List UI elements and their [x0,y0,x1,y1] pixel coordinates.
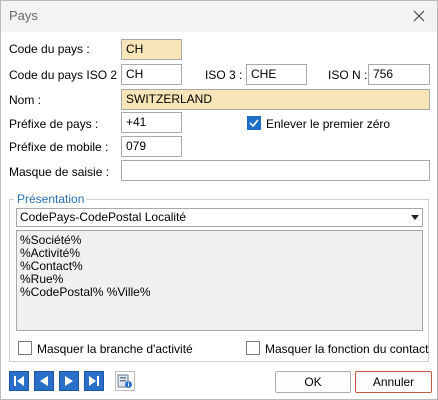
chevron-down-icon [411,215,419,220]
remove-first-zero-checkbox[interactable] [247,116,261,130]
country-code-input[interactable]: CH [121,39,182,60]
title-bar: Pays [1,1,437,32]
previous-record-button[interactable] [34,371,54,391]
previous-record-icon [40,376,48,386]
close-icon [413,10,425,22]
first-record-button[interactable] [9,371,29,391]
remove-first-zero-label[interactable]: Enlever le premier zéro [266,117,390,131]
presentation-legend: Présentation [14,192,88,206]
iso2-input[interactable]: CH [121,64,182,85]
mobile-prefix-input[interactable]: 079 [121,136,182,157]
window-title: Pays [9,8,38,23]
presentation-format-value: CodePays-CodePostal Localité [20,210,187,224]
checkmark-icon [249,119,259,128]
record-info-button[interactable] [115,371,135,391]
presentation-preview: %Société% %Activité% %Contact% %Rue% %Co… [16,230,423,331]
presentation-format-select[interactable]: CodePays-CodePostal Localité [16,208,423,227]
name-label: Nom : [9,93,42,107]
cancel-button[interactable]: Annuler [355,371,432,393]
hide-function-label[interactable]: Masquer la fonction du contact [265,342,428,356]
record-info-icon [117,374,132,388]
preview-line: %CodePostal% %Ville% [20,285,151,299]
name-input[interactable]: SWITZERLAND [121,89,430,110]
ok-button[interactable]: OK [275,371,351,393]
iso3-label: ISO 3 : [205,68,243,82]
hide-function-checkbox[interactable] [246,341,260,355]
hide-branch-checkbox[interactable] [18,341,32,355]
input-mask-label: Masque de saisie : [9,165,110,179]
country-code-label: Code du pays : [9,42,90,56]
preview-line: %Contact% [20,259,83,273]
iso2-label: Code du pays ISO 2 : [9,68,124,82]
next-record-button[interactable] [59,371,79,391]
iso3-input[interactable]: CHE [246,64,307,85]
ison-label: ISO N : [328,68,368,82]
last-record-button[interactable] [84,371,104,391]
mobile-prefix-label: Préfixe de mobile : [9,140,109,154]
hide-branch-label[interactable]: Masquer la branche d'activité [37,342,193,356]
first-record-icon [14,376,24,386]
last-record-icon [89,376,99,386]
input-mask-input[interactable] [121,160,430,181]
next-record-icon [65,376,73,386]
country-prefix-label: Préfixe de pays : [9,117,99,131]
ison-input[interactable]: 756 [368,64,430,85]
dialog-window: Pays Code du pays : CH Code du pays ISO … [0,0,438,400]
close-button[interactable] [407,4,431,28]
country-prefix-input[interactable]: +41 [121,112,182,133]
presentation-group: Présentation CodePays-CodePostal Localit… [9,192,429,362]
